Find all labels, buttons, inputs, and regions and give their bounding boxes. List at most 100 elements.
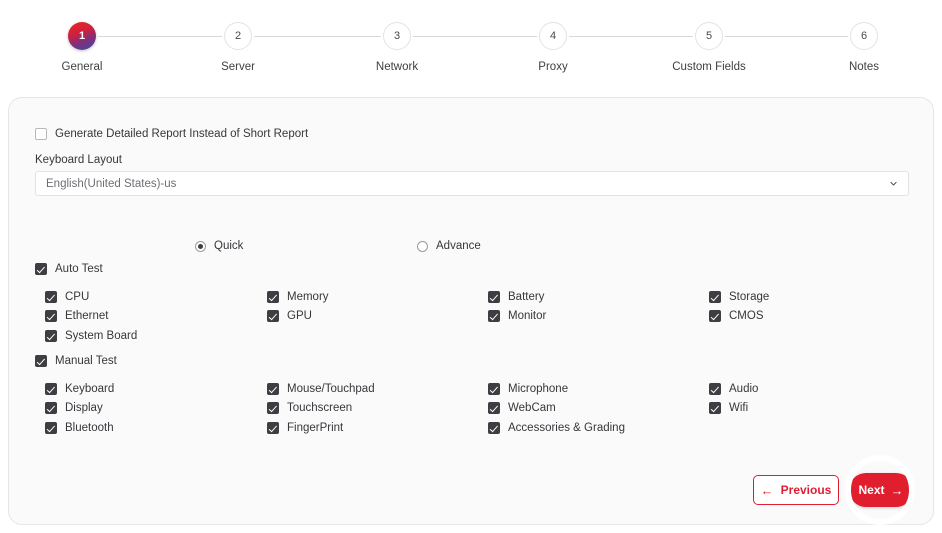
mode-radio-quick[interactable]: Quick [195,240,243,252]
keyboard-layout-value: English(United States)-us [46,177,177,190]
test-option-label: Mouse/Touchpad [287,383,375,395]
test-option-label: System Board [65,329,138,342]
test-option-system-board[interactable]: System Board [45,329,138,342]
step-connector [569,36,693,37]
auto-test-checkbox[interactable]: Auto Test [35,263,103,275]
wizard-page: 1 General 2 Server 3 Network 4 Proxy 5 Custom Fie… [0,0,942,533]
checkbox-box [488,383,500,395]
checkbox-box [267,402,279,415]
step-number: 2 [224,22,252,50]
test-option-display[interactable]: Display [45,402,103,415]
radio-dot [195,240,206,252]
test-option-gpu[interactable]: GPU [267,310,312,323]
test-option-label: Monitor [508,310,547,323]
test-option-storage[interactable]: Storage [709,291,769,303]
checkbox-box [488,421,500,434]
test-option-label: Wifi [729,402,749,415]
test-option-label: WebCam [508,402,556,415]
checkbox-box [45,383,57,395]
test-option-label: FingerPrint [287,421,344,434]
test-option-cpu[interactable]: CPU [45,291,89,303]
test-option-memory[interactable]: Memory [267,291,329,303]
checkbox-box [45,329,57,342]
test-option-label: Touchscreen [287,402,353,415]
test-option-label: GPU [287,310,312,323]
step-label: Network [375,61,419,73]
test-option-battery[interactable]: Battery [488,291,544,303]
test-option-label: Battery [508,291,545,303]
test-option-label: Audio [729,383,759,395]
test-option-webcam[interactable]: WebCam [488,402,556,415]
test-option-label: Storage [729,291,770,303]
checkbox-box [45,291,57,303]
step-number: 1 [68,22,96,50]
checkbox-box [709,402,721,415]
checkbox-box [267,383,279,395]
step-custom-fields[interactable]: 5 Custom Fields [664,22,754,73]
test-option-label: Bluetooth [65,421,114,434]
next-button-label: Next [858,483,885,497]
step-general[interactable]: 1 General [37,22,127,73]
test-option-label: CMOS [729,310,764,323]
test-option-label: Display [65,402,103,415]
test-option-touchscreen[interactable]: Touchscreen [267,402,353,415]
test-option-ethernet[interactable]: Ethernet [45,310,109,323]
test-option-label: Accessories & Grading [508,421,625,434]
mode-quick-label: Quick [214,240,244,252]
step-label: Server [221,61,255,73]
wizard-stepper: 1 General 2 Server 3 Network 4 Proxy 5 Custom Fie… [0,0,942,90]
mode-radio-advance[interactable]: Advance [417,240,481,252]
step-connector [254,36,381,37]
checkbox-box [45,402,57,415]
general-settings-card: Generate Detailed Report Instead of Shor… [8,97,934,525]
step-network[interactable]: 3 Network [352,22,442,73]
arrow-right-icon: → [890,482,904,498]
step-number: 6 [850,22,878,50]
previous-button[interactable]: ← Previous [753,475,839,505]
step-server[interactable]: 2 Server [193,22,283,73]
test-option-microphone[interactable]: Microphone [488,383,568,395]
test-option-cmos[interactable]: CMOS [709,310,764,323]
test-option-audio[interactable]: Audio [709,383,758,395]
manual-test-label: Manual Test [55,355,117,367]
step-proxy[interactable]: 4 Proxy [508,22,598,73]
test-option-bluetooth[interactable]: Bluetooth [45,421,114,434]
test-option-label: Ethernet [65,310,109,323]
checkbox-box [709,310,721,323]
test-option-monitor[interactable]: Monitor [488,310,547,323]
step-notes[interactable]: 6 Notes [819,22,909,73]
test-option-mouse-touchpad[interactable]: Mouse/Touchpad [267,383,375,395]
checkbox-box [35,355,47,367]
checkbox-box [45,421,57,434]
checkbox-box [488,291,500,303]
checkbox-box [35,263,47,275]
arrow-left-icon: ← [760,482,774,498]
step-label: Notes [848,61,880,73]
step-connector [725,36,848,37]
checkbox-box [267,310,279,323]
test-option-accessories-grading[interactable]: Accessories & Grading [488,421,625,434]
checkbox-box [45,310,57,323]
radio-dot [417,240,428,252]
checkbox-box [488,310,500,323]
keyboard-layout-select[interactable]: English(United States)-us [35,171,909,196]
test-option-label: CPU [65,291,90,303]
test-option-keyboard[interactable]: Keyboard [45,383,114,395]
step-number: 5 [695,22,723,50]
test-option-label: Microphone [508,383,569,395]
chevron-down-icon [890,181,897,186]
step-connector [98,36,222,37]
checkbox-box [709,383,721,395]
test-option-fingerprint[interactable]: FingerPrint [267,421,344,434]
step-label: Proxy [538,61,568,73]
test-option-label: Keyboard [65,383,115,395]
checkbox-box [488,402,500,415]
next-button[interactable]: Next → [849,473,913,507]
test-option-wifi[interactable]: Wifi [709,402,749,415]
checkbox-box [35,128,47,140]
detailed-report-checkbox[interactable]: Generate Detailed Report Instead of Shor… [35,128,308,140]
manual-test-checkbox[interactable]: Manual Test [35,355,117,367]
mode-advance-label: Advance [436,240,481,252]
step-number: 4 [539,22,567,50]
step-label: General [61,61,103,73]
